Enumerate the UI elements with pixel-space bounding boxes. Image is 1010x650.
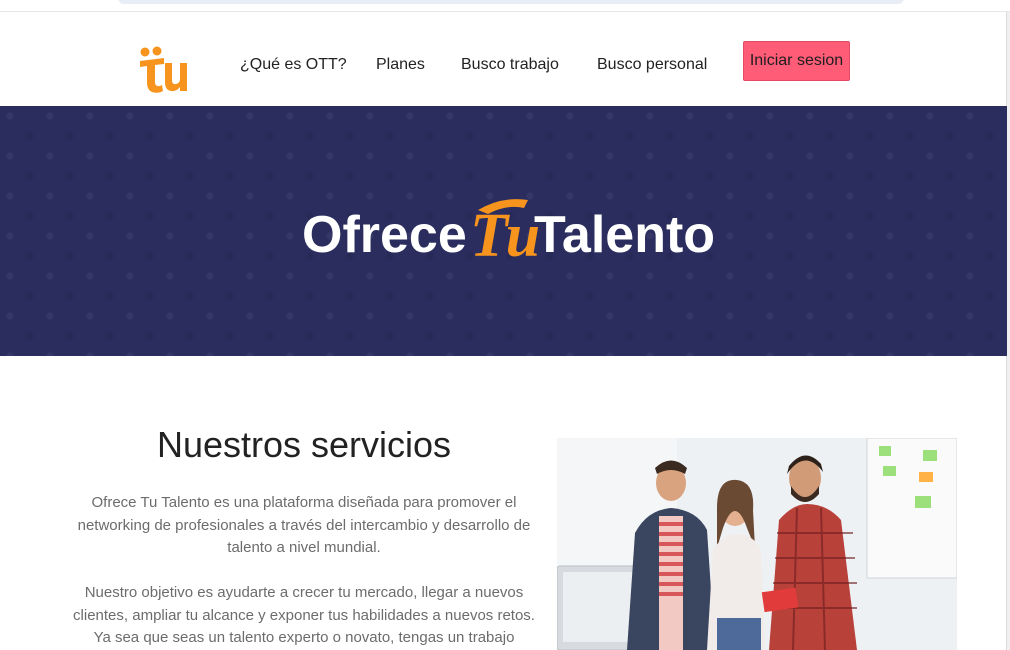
brand-word-tu: Tu <box>470 202 540 270</box>
brand-word-talento: Talento <box>534 206 715 264</box>
nav-item-planes[interactable]: Planes <box>376 56 425 74</box>
ott-logo[interactable] <box>136 44 190 94</box>
brand-word-ofrece: Ofrece <box>302 206 467 264</box>
hero-banner: Ofrece Tu Talento <box>0 106 1007 356</box>
browser-top-strip <box>0 0 1010 12</box>
team-photo <box>557 438 957 650</box>
services-title: Nuestros servicios <box>156 424 452 465</box>
navbar: ¿Qué es OTT? Planes Busco trabajo Busco … <box>0 12 1007 106</box>
address-bar-edge <box>118 0 904 4</box>
nav-item-busco-trabajo[interactable]: Busco trabajo <box>461 56 559 74</box>
brand-wordmark: Ofrece Tu Talento <box>302 199 715 270</box>
login-button[interactable]: Iniciar sesion <box>743 41 850 81</box>
services-paragraph-2: Nuestro objetivo es ayudarte a crecer tu… <box>73 584 535 646</box>
nav-item-que-es-ott[interactable]: ¿Qué es OTT? <box>240 56 347 74</box>
nav-item-busco-personal[interactable]: Busco personal <box>597 56 707 74</box>
services-paragraph-1: Ofrece Tu Talento es una plataforma dise… <box>77 494 531 556</box>
